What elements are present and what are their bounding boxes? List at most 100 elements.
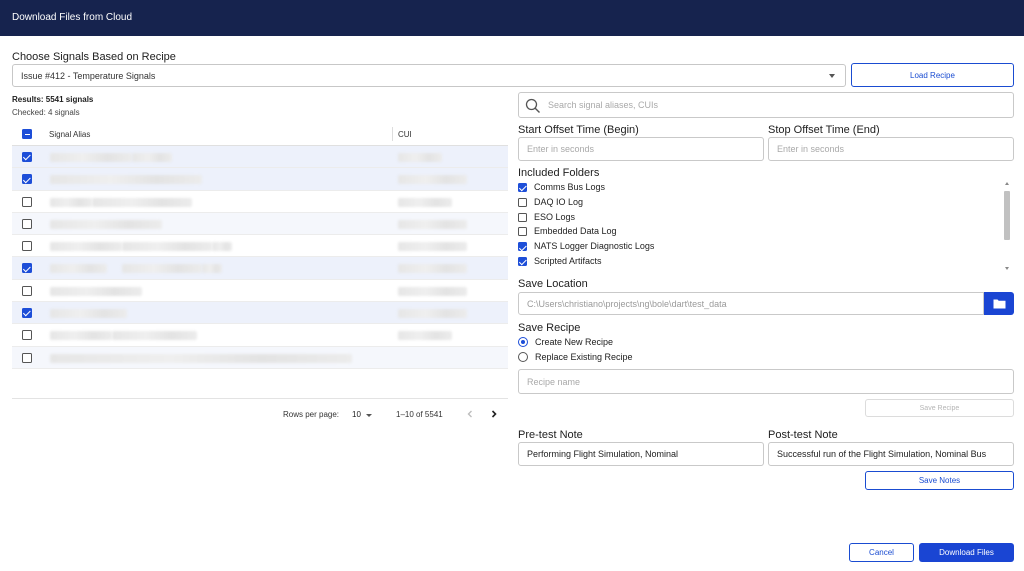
row-checkbox[interactable] xyxy=(22,218,32,229)
folder-checkbox[interactable] xyxy=(518,242,527,252)
folder-item[interactable]: ESO Logs xyxy=(518,211,988,225)
download-files-button[interactable]: Download Files xyxy=(919,543,1014,562)
create-new-recipe-radio[interactable] xyxy=(518,337,528,347)
table-row[interactable] xyxy=(12,302,508,325)
load-recipe-button[interactable]: Load Recipe xyxy=(851,63,1014,87)
folder-item[interactable]: NATS Logger Diagnostic Logs xyxy=(518,240,988,254)
folder-checkbox[interactable] xyxy=(518,212,527,222)
row-checkbox[interactable] xyxy=(22,196,32,207)
folder-checkbox[interactable] xyxy=(518,197,527,207)
start-offset-placeholder: Enter in seconds xyxy=(527,144,595,154)
recipe-name-input[interactable]: Recipe name xyxy=(518,369,1014,394)
redacted-signal-alias xyxy=(122,264,202,274)
folder-label: Embedded Data Log xyxy=(534,226,617,237)
folder-checkbox[interactable] xyxy=(518,227,527,237)
stop-offset-label: Stop Offset Time (End) xyxy=(768,124,880,136)
redacted-signal-alias xyxy=(122,242,212,252)
redacted-signal-alias xyxy=(212,242,232,252)
folder-item[interactable]: Embedded Data Log xyxy=(518,225,988,239)
browse-folder-button[interactable] xyxy=(984,292,1014,315)
pre-test-note-input[interactable]: Performing Flight Simulation, Nominal xyxy=(518,442,764,466)
next-page-button[interactable] xyxy=(489,408,499,420)
create-new-recipe-label: Create New Recipe xyxy=(535,337,614,347)
row-checkbox[interactable] xyxy=(22,152,32,162)
results-count: Results: 5541 signals xyxy=(12,95,94,104)
redacted-signal-alias xyxy=(50,309,127,319)
redacted-cui xyxy=(398,264,467,274)
table-header: Signal Alias CUI xyxy=(12,123,508,146)
redacted-signal-alias xyxy=(50,175,202,185)
start-offset-input[interactable]: Enter in seconds xyxy=(518,137,764,161)
save-recipe-button[interactable]: Save Recipe xyxy=(865,399,1014,417)
scrollbar-thumb[interactable] xyxy=(1004,191,1010,240)
redacted-signal-alias xyxy=(50,197,92,207)
table-row[interactable] xyxy=(12,146,508,169)
cancel-button[interactable]: Cancel xyxy=(849,543,914,562)
recipe-select[interactable]: Issue #412 - Temperature Signals xyxy=(12,64,846,87)
redacted-cui xyxy=(398,331,452,341)
table-row[interactable] xyxy=(12,168,508,191)
pre-test-note-label: Pre-test Note xyxy=(518,429,583,441)
row-checkbox[interactable] xyxy=(22,352,32,363)
table-row[interactable] xyxy=(12,191,508,213)
save-location-value: C:\Users\christiano\projects\ng\bole\dar… xyxy=(527,298,727,309)
row-checkbox[interactable] xyxy=(22,285,32,296)
redacted-cui xyxy=(398,309,467,319)
select-all-checkbox[interactable] xyxy=(22,129,32,139)
folder-list: Comms Bus Logs DAQ IO Log ESO Logs Embedded… xyxy=(518,181,1014,271)
redacted-cui xyxy=(398,286,467,296)
folder-checkbox[interactable] xyxy=(518,183,527,192)
redacted-signal-alias xyxy=(50,286,142,296)
save-notes-button[interactable]: Save Notes xyxy=(865,471,1014,490)
save-recipe-label: Save Recipe xyxy=(518,322,581,334)
row-checkbox[interactable] xyxy=(22,174,32,185)
recipe-select-value: Issue #412 - Temperature Signals xyxy=(21,71,156,81)
redacted-signal-alias xyxy=(202,264,222,274)
table-row[interactable] xyxy=(12,280,508,303)
row-checkbox[interactable] xyxy=(22,241,32,252)
stop-offset-input[interactable]: Enter in seconds xyxy=(768,137,1014,161)
folder-item[interactable]: Scripted Artifacts xyxy=(518,255,988,269)
redacted-signal-alias xyxy=(50,219,162,229)
stop-offset-placeholder: Enter in seconds xyxy=(777,144,845,154)
recipe-name-placeholder: Recipe name xyxy=(527,376,581,387)
folder-label: NATS Logger Diagnostic Logs xyxy=(534,241,655,252)
table-row[interactable] xyxy=(12,257,508,280)
row-checkbox[interactable] xyxy=(22,330,32,341)
prev-page-button[interactable] xyxy=(465,408,475,420)
row-checkbox[interactable] xyxy=(22,263,32,274)
folder-item[interactable]: DAQ IO Log xyxy=(518,196,988,210)
included-folders-label: Included Folders xyxy=(518,167,600,179)
search-input[interactable]: Search signal aliases, CUIs xyxy=(518,92,1014,118)
redacted-signal-alias xyxy=(50,331,112,341)
recipe-label: Choose Signals Based on Recipe xyxy=(12,51,176,63)
row-checkbox[interactable] xyxy=(22,308,32,319)
search-placeholder: Search signal aliases, CUIs xyxy=(548,100,659,110)
table-row[interactable] xyxy=(12,235,508,258)
pre-test-note-value: Performing Flight Simulation, Nominal xyxy=(527,449,679,459)
table-row[interactable] xyxy=(12,346,508,369)
post-test-note-label: Post-test Note xyxy=(768,429,838,441)
redacted-signal-alias xyxy=(132,153,172,162)
save-location-input[interactable]: C:\Users\christiano\projects\ng\bole\dar… xyxy=(518,292,984,315)
folder-scrollbar[interactable] xyxy=(1002,181,1012,271)
save-location-label: Save Location xyxy=(518,278,588,290)
table-divider xyxy=(12,398,508,399)
pagination-range: 1–10 of 5541 xyxy=(396,410,443,419)
table-row[interactable] xyxy=(12,324,508,347)
redacted-cui xyxy=(398,242,467,252)
rows-per-page-select[interactable]: 10 xyxy=(351,408,373,421)
folder-checkbox[interactable] xyxy=(518,257,527,266)
redacted-signal-alias xyxy=(112,331,197,341)
table-row[interactable] xyxy=(12,212,508,236)
redacted-cui xyxy=(398,153,442,162)
replace-existing-recipe-radio[interactable] xyxy=(518,352,528,362)
redacted-cui xyxy=(398,197,452,207)
signal-table: Signal Alias CUI xyxy=(12,123,508,369)
checked-count: Checked: 4 signals xyxy=(12,108,80,117)
post-test-note-input[interactable]: Successful run of the Flight Simulation,… xyxy=(768,442,1014,466)
post-test-note-value: Successful run of the Flight Simulation,… xyxy=(777,449,987,459)
folder-item[interactable]: Comms Bus Logs xyxy=(518,181,988,195)
chevron-down-icon xyxy=(829,74,835,78)
column-header-alias: Signal Alias xyxy=(49,130,91,139)
